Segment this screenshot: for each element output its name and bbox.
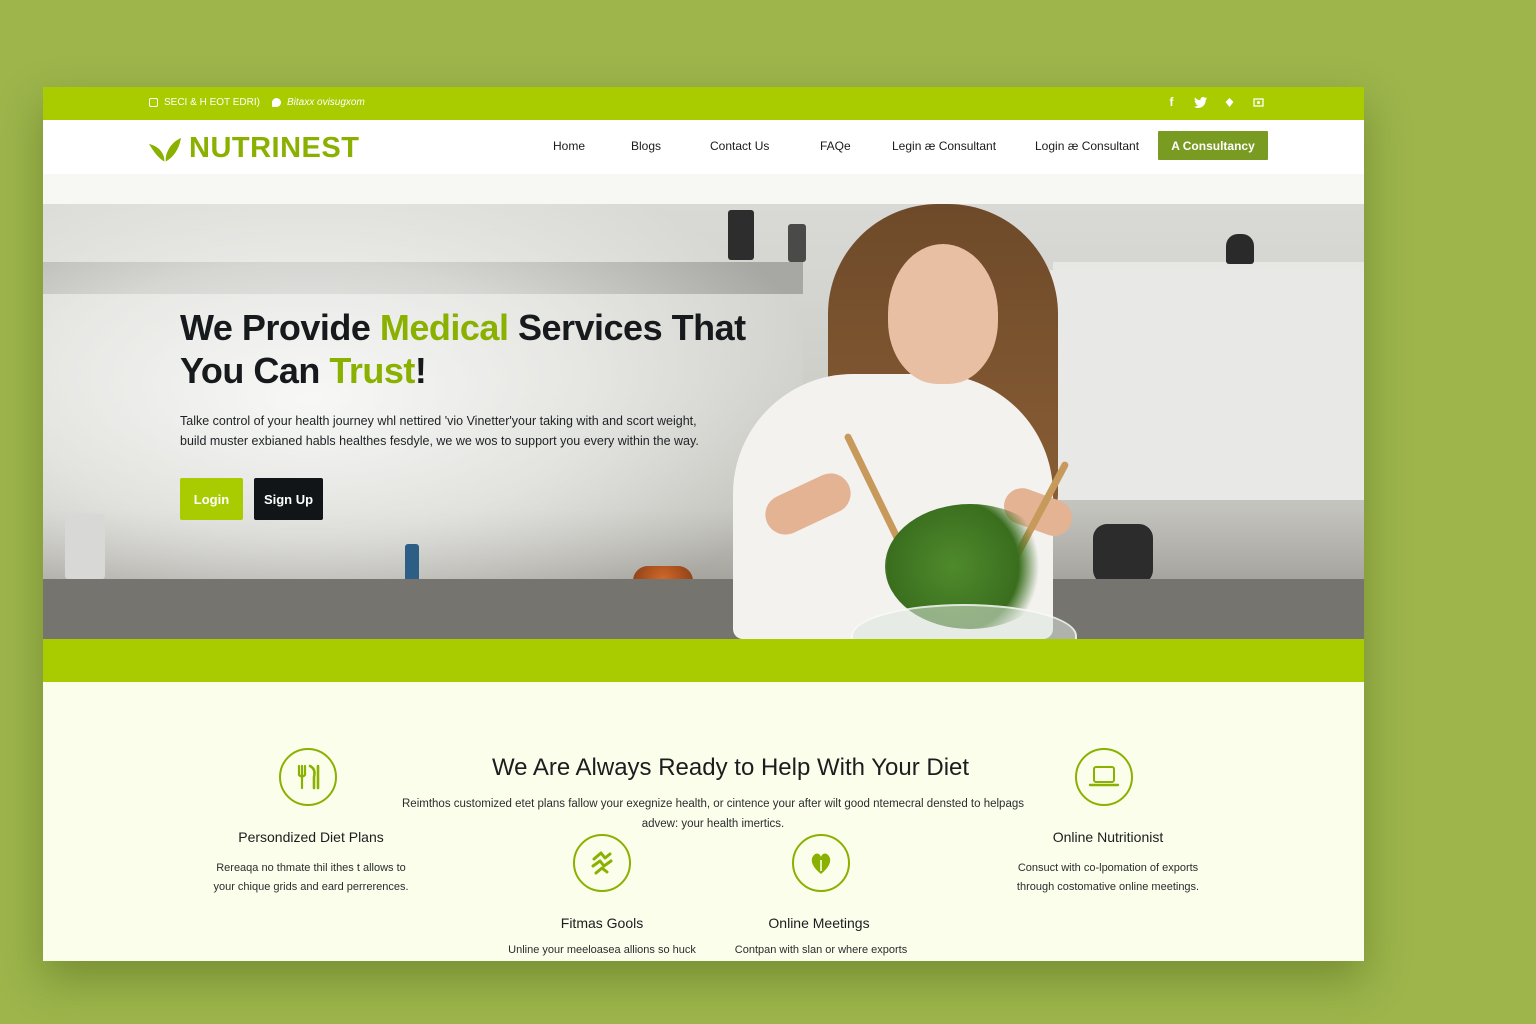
feature-icon-circle — [279, 748, 337, 806]
feature-text: Unline your meeloasea allions so huck — [482, 941, 722, 960]
contact-phone[interactable]: SECI & H EOT EDRI) — [149, 97, 260, 108]
fork-knife-icon — [297, 764, 320, 790]
feature-text-line: through costomative online meetings. — [1016, 881, 1200, 893]
top-contact-bar: SECI & H EOT EDRI) Bitaxx ovisugxom f — [43, 87, 1364, 120]
feature-text-line: Contpan with slan or where exports — [734, 944, 908, 956]
feature-text-line: your chique grids and eard perrerences. — [213, 881, 409, 893]
hero-subtitle-line: build muster exbianed habls healthes fes… — [180, 434, 699, 448]
feature-text: Contpan with slan or where exports — [701, 941, 941, 960]
feature-text-line: Unline your meeloasea allions so huck — [508, 944, 696, 956]
leaf-logo-icon — [149, 137, 181, 162]
hero-title-text: ! — [414, 350, 427, 391]
kitchen-appliance — [1093, 524, 1153, 584]
brand-name: NUTRINEST — [189, 132, 360, 164]
feature-title: Fitmas Gools — [560, 915, 644, 931]
hero-section: We Provide Medical Services That You Can… — [43, 204, 1364, 639]
hero-subtitle: Talke control of your health journey whl… — [180, 411, 710, 451]
brand-logo[interactable]: NUTRINEST — [148, 132, 359, 165]
hero-subtitle-line: Talke control of your health journey whl… — [180, 414, 697, 428]
feature-text: Rereaqa no thmate thil ithes t allows to… — [191, 859, 431, 897]
twitter-icon[interactable] — [1194, 95, 1207, 109]
subnav-spacer — [43, 174, 1364, 204]
nav-faq[interactable]: FAQe — [820, 139, 851, 153]
kitchen-jar — [728, 210, 754, 260]
facebook-icon[interactable]: f — [1165, 95, 1178, 109]
hero-title-text: Services That — [508, 307, 746, 348]
chat-icon — [272, 98, 281, 107]
heart-leaf-icon — [811, 853, 831, 874]
woman-face — [888, 244, 998, 384]
nav-blogs[interactable]: Blogs — [631, 139, 661, 153]
feature-text: Consuct with co-lpomation of exports thr… — [988, 859, 1228, 897]
nav-contact-us[interactable]: Contact Us — [710, 139, 769, 153]
nav-login-consultant-2[interactable]: Login æ Consultant — [1035, 139, 1139, 153]
hero-title: We Provide Medical Services That You Can… — [180, 306, 780, 392]
fitness-icon — [591, 851, 613, 875]
main-navigation: NUTRINEST Home Blogs Contact Us FAQe Leg… — [43, 120, 1364, 174]
signup-button[interactable]: Sign Up — [254, 478, 323, 520]
hero-title-highlight: Medical — [379, 307, 509, 348]
contact-email-text: Bitaxx ovisugxom — [287, 97, 365, 108]
contact-email[interactable]: Bitaxx ovisugxom — [272, 97, 365, 108]
mail-icon[interactable] — [1252, 95, 1265, 109]
accent-band — [43, 639, 1364, 682]
nav-home[interactable]: Home — [553, 139, 585, 153]
feature-text-line: Rereaqa no thmate thil ithes t allows to — [216, 862, 406, 874]
hero-title-text: You Can — [180, 350, 330, 391]
kitchen-shelf — [1053, 262, 1364, 270]
kitchen-wall — [1048, 270, 1364, 500]
browser-page: SECI & H EOT EDRI) Bitaxx ovisugxom f NU… — [43, 87, 1364, 961]
social-links: f — [1165, 95, 1265, 109]
feature-title: Online Meetings — [768, 915, 870, 931]
kitchen-pot — [1226, 234, 1254, 264]
services-description: Reimthos customized etet plans fallow yo… — [402, 798, 1024, 830]
instagram-icon[interactable] — [1223, 95, 1236, 109]
kitchen-jar — [788, 224, 806, 262]
hero-title-highlight: Trust — [329, 350, 415, 391]
services-section: We Are Always Ready to Help With Your Di… — [43, 682, 1364, 961]
laptop-icon — [1088, 766, 1120, 787]
feature-title: Persondized Diet Plans — [238, 829, 384, 845]
feature-text-line: Consuct with co-lpomation of exports — [1017, 862, 1199, 874]
nav-login-consultant-1[interactable]: Legin æ Consultant — [892, 139, 996, 153]
hero-title-text: We Provide — [180, 307, 380, 348]
phone-icon — [149, 98, 158, 107]
knife-block — [65, 514, 105, 579]
login-button[interactable]: Login — [180, 478, 243, 520]
services-title: We Are Always Ready to Help With Your Di… — [491, 754, 970, 781]
contact-phone-text: SECI & H EOT EDRI) — [164, 97, 260, 108]
feature-icon-circle — [792, 834, 850, 892]
kitchen-counter — [43, 579, 1364, 639]
feature-icon-circle — [573, 834, 631, 892]
feature-icon-circle — [1075, 748, 1133, 806]
feature-title: Online Nutritionist — [1052, 829, 1164, 845]
consultancy-button[interactable]: A Consultancy — [1158, 131, 1268, 160]
